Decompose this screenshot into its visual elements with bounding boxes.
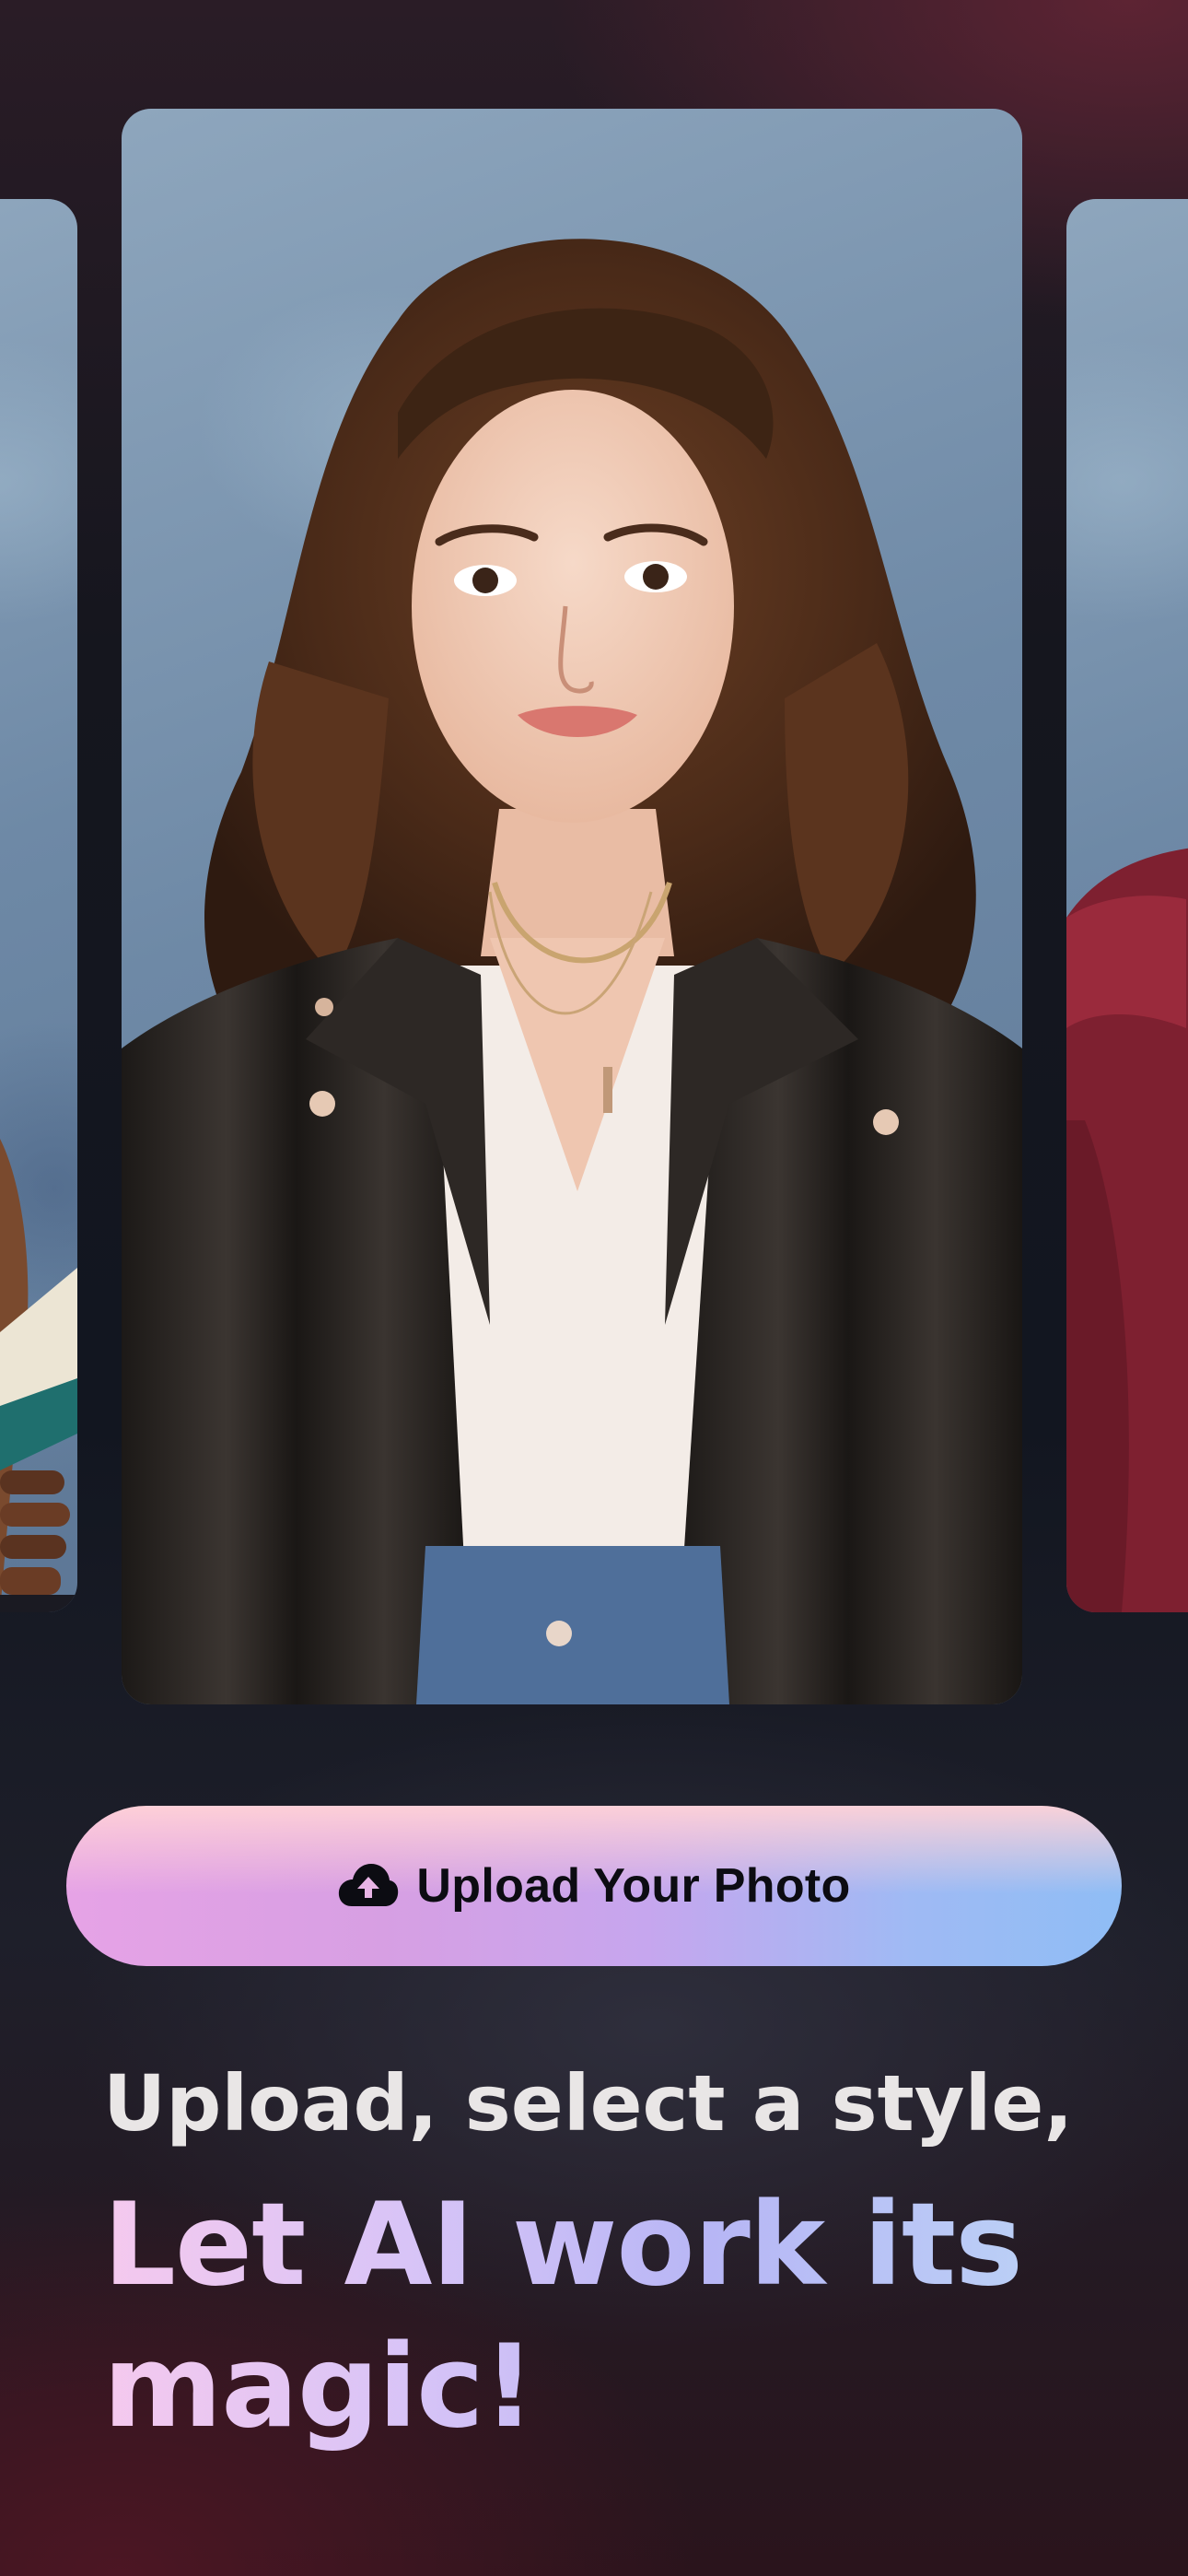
sample-photo-right[interactable] <box>1066 199 1188 1612</box>
style-carousel[interactable] <box>0 0 1188 1751</box>
cloud-upload-icon <box>337 1860 400 1912</box>
headline-title: Let AI work its magic! <box>103 2174 1116 2458</box>
sample-photo-main[interactable] <box>122 109 1022 1704</box>
sample-photo-left-image <box>0 1139 77 1612</box>
upload-photo-button[interactable]: Upload Your Photo <box>66 1806 1122 1966</box>
sample-photo-left[interactable] <box>0 199 77 1612</box>
sample-photo-main-image <box>122 239 1022 1704</box>
subtitle-text: Upload, select a style, <box>103 2058 1074 2149</box>
sample-photo-right-image <box>1066 848 1188 1612</box>
upload-photo-button-label: Upload Your Photo <box>416 1859 851 1913</box>
